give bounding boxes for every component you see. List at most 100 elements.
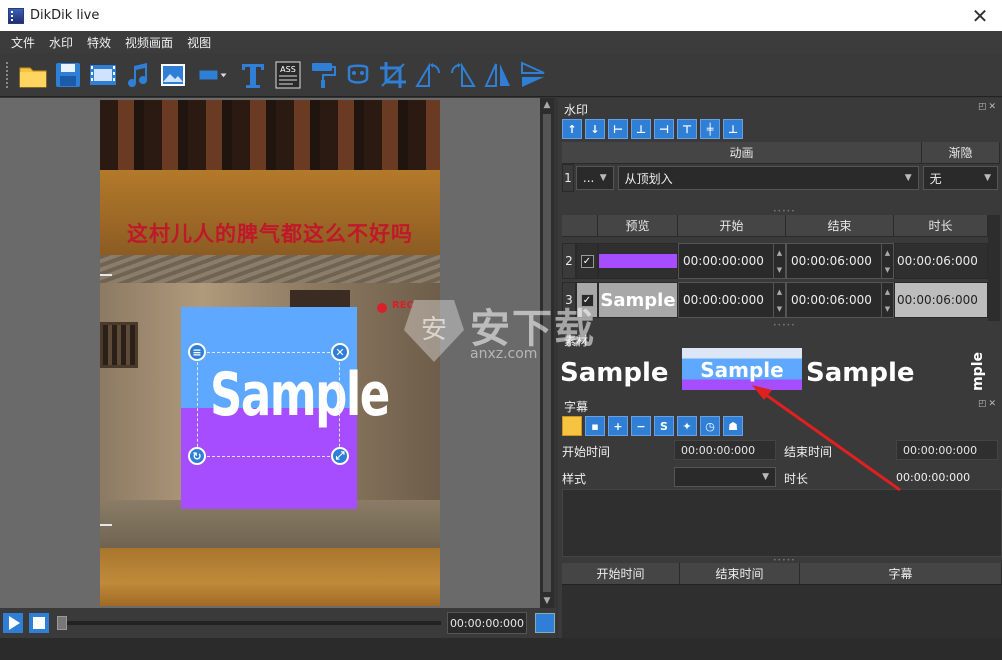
remove-icon[interactable]: − xyxy=(631,416,651,436)
duration: 00:00:06:000 xyxy=(894,243,988,279)
scroll-down-icon[interactable]: ▼ xyxy=(540,594,554,608)
seek-handle[interactable] xyxy=(57,616,67,630)
snapshot-icon[interactable] xyxy=(535,613,555,633)
sub-start-label: 开始时间 xyxy=(562,445,611,459)
table-row[interactable]: 2 ✓ 00:00:00:000 ▲ ▼ 00:00:06:000 ▲ ▼ 00:00:… xyxy=(562,243,988,279)
menu-view[interactable]: 视图 xyxy=(180,34,218,51)
svg-text:安: 安 xyxy=(421,315,447,345)
sub-end-input[interactable]: 00:00:00:000 xyxy=(896,440,998,460)
folder-icon[interactable] xyxy=(16,58,50,92)
spin-arrows-icon[interactable]: ▲ ▼ xyxy=(773,244,785,278)
start-time-spin[interactable]: 00:00:00:000 ▲ ▼ xyxy=(678,243,786,279)
effects-icon[interactable]: ✦ xyxy=(677,416,697,436)
row-preview xyxy=(598,243,678,279)
table-row[interactable]: 3 ✓ Sample 00:00:00:000 ▲ ▼ 00:00:06:000 ▲ ▼… xyxy=(562,282,988,318)
people-icon[interactable]: ☗ xyxy=(723,416,743,436)
subtitle-toolbar: ▪ + − S ✦ ◷ ☗ xyxy=(562,416,746,436)
play-button[interactable] xyxy=(3,613,23,633)
checkbox[interactable]: ✓ xyxy=(580,254,594,268)
chevron-down-icon: ▼ xyxy=(762,472,769,482)
text-icon[interactable] xyxy=(236,58,270,92)
menu-file[interactable]: 文件 xyxy=(4,34,42,51)
fade-header: 渐隐 xyxy=(922,142,1000,163)
mask-icon[interactable] xyxy=(341,58,375,92)
frame-marker-top xyxy=(100,274,112,276)
align-left-icon[interactable]: ⊢ xyxy=(608,119,628,139)
menu-effects[interactable]: 特效 xyxy=(80,34,118,51)
spin-arrows-icon[interactable]: ▲ ▼ xyxy=(881,244,893,278)
video-preview[interactable]: 这村儿人的脾气都这么不好吗 REC Sample ≡ ✕ ↻ ⤢ xyxy=(100,100,440,606)
ass-subtitle-icon[interactable]: ASS xyxy=(271,58,305,92)
anim-target-combo[interactable]: ... ▼ xyxy=(575,166,614,190)
bottom-strip xyxy=(0,638,1002,660)
flip-vertical-icon[interactable] xyxy=(516,58,550,92)
clock-icon[interactable]: ◷ xyxy=(700,416,720,436)
menu-video-frame[interactable]: 视频画面 xyxy=(118,34,180,51)
shape-icon[interactable] xyxy=(191,58,235,92)
stop-icon xyxy=(33,617,45,629)
menu-bar: 文件 水印 特效 视频画面 视图 xyxy=(0,31,1002,53)
rotate-right-icon[interactable] xyxy=(446,58,480,92)
title-bar: DikDik live ✕ xyxy=(0,0,1002,31)
chevron-down-icon: ▼ xyxy=(904,173,912,183)
stop-button[interactable] xyxy=(29,613,49,633)
fade-combo[interactable]: 无 ▼ xyxy=(922,166,998,190)
row-index: 2 xyxy=(562,243,576,279)
spin-arrows-icon[interactable]: ▲ ▼ xyxy=(881,283,893,317)
menu-handle-icon[interactable]: ≡ xyxy=(188,343,206,361)
resize-handle-icon[interactable]: ⤢ xyxy=(331,447,349,465)
selection-rect[interactable] xyxy=(197,352,340,457)
open-folder-icon[interactable] xyxy=(562,416,582,436)
menu-watermark[interactable]: 水印 xyxy=(42,34,80,51)
subtitle-text-area[interactable] xyxy=(562,489,1002,557)
sub-list-start-header: 开始时间 xyxy=(562,563,680,584)
move-up-icon[interactable]: ↑ xyxy=(562,119,582,139)
material-strip: Sample Sample Sample mple xyxy=(558,334,1002,394)
splitter-handle[interactable]: ••••• xyxy=(773,322,796,329)
align-right-icon[interactable]: ⊣ xyxy=(654,119,674,139)
rotate-handle-icon[interactable]: ↻ xyxy=(188,447,206,465)
delete-handle-icon[interactable]: ✕ xyxy=(331,343,349,361)
fade-value: 无 xyxy=(929,171,942,186)
list-scrollbar[interactable] xyxy=(988,215,1000,321)
align-middle-icon[interactable]: ╪ xyxy=(700,119,720,139)
row-checkbox[interactable]: ✓ xyxy=(576,243,598,279)
splitter-handle[interactable]: ••••• xyxy=(773,208,796,215)
style-combo[interactable]: ▼ xyxy=(674,467,776,487)
splitter-handle[interactable]: ••••• xyxy=(773,557,796,564)
seek-slider[interactable] xyxy=(57,616,441,630)
close-icon[interactable]: ✕ xyxy=(968,4,992,28)
image-icon[interactable] xyxy=(156,58,190,92)
toolbar-grip[interactable] xyxy=(6,61,10,88)
scroll-up-icon[interactable]: ▲ xyxy=(540,98,554,112)
flip-horizontal-icon[interactable] xyxy=(481,58,515,92)
video-icon[interactable] xyxy=(86,58,120,92)
scene-bottom xyxy=(100,548,440,606)
music-icon[interactable] xyxy=(121,58,155,92)
save-icon[interactable]: ▪ xyxy=(585,416,605,436)
crop-icon[interactable] xyxy=(376,58,410,92)
start-time-spin[interactable]: 00:00:00:000 ▲ ▼ xyxy=(678,282,786,318)
app-icon xyxy=(8,7,24,24)
save-icon[interactable] xyxy=(51,58,85,92)
move-down-icon[interactable]: ↓ xyxy=(585,119,605,139)
spin-arrows-icon[interactable]: ▲ ▼ xyxy=(773,283,785,317)
panel-float-close-icon[interactable]: ◰✕ xyxy=(978,399,998,409)
paint-roller-icon[interactable] xyxy=(306,58,340,92)
end-time-spin[interactable]: 00:00:06:000 ▲ ▼ xyxy=(786,282,894,318)
sub-start-input[interactable]: 00:00:00:000 xyxy=(674,440,776,460)
align-bottom-icon[interactable]: ⊥ xyxy=(723,119,743,139)
rotate-left-icon[interactable] xyxy=(411,58,445,92)
s-icon[interactable]: S xyxy=(654,416,674,436)
align-center-icon[interactable]: ⊥ xyxy=(631,119,651,139)
scene-roof xyxy=(100,255,440,285)
panel-float-close-icon[interactable]: ◰✕ xyxy=(978,102,998,112)
animation-combo[interactable]: 从顶划入 ▼ xyxy=(617,166,919,190)
align-top-icon[interactable]: ⊤ xyxy=(677,119,697,139)
material-item-clipped[interactable]: mple xyxy=(970,352,986,391)
subtitle-list[interactable] xyxy=(562,585,1002,638)
play-icon xyxy=(8,616,20,630)
end-time-spin[interactable]: 00:00:06:000 ▲ ▼ xyxy=(786,243,894,279)
material-item[interactable]: Sample xyxy=(806,358,915,388)
add-icon[interactable]: + xyxy=(608,416,628,436)
